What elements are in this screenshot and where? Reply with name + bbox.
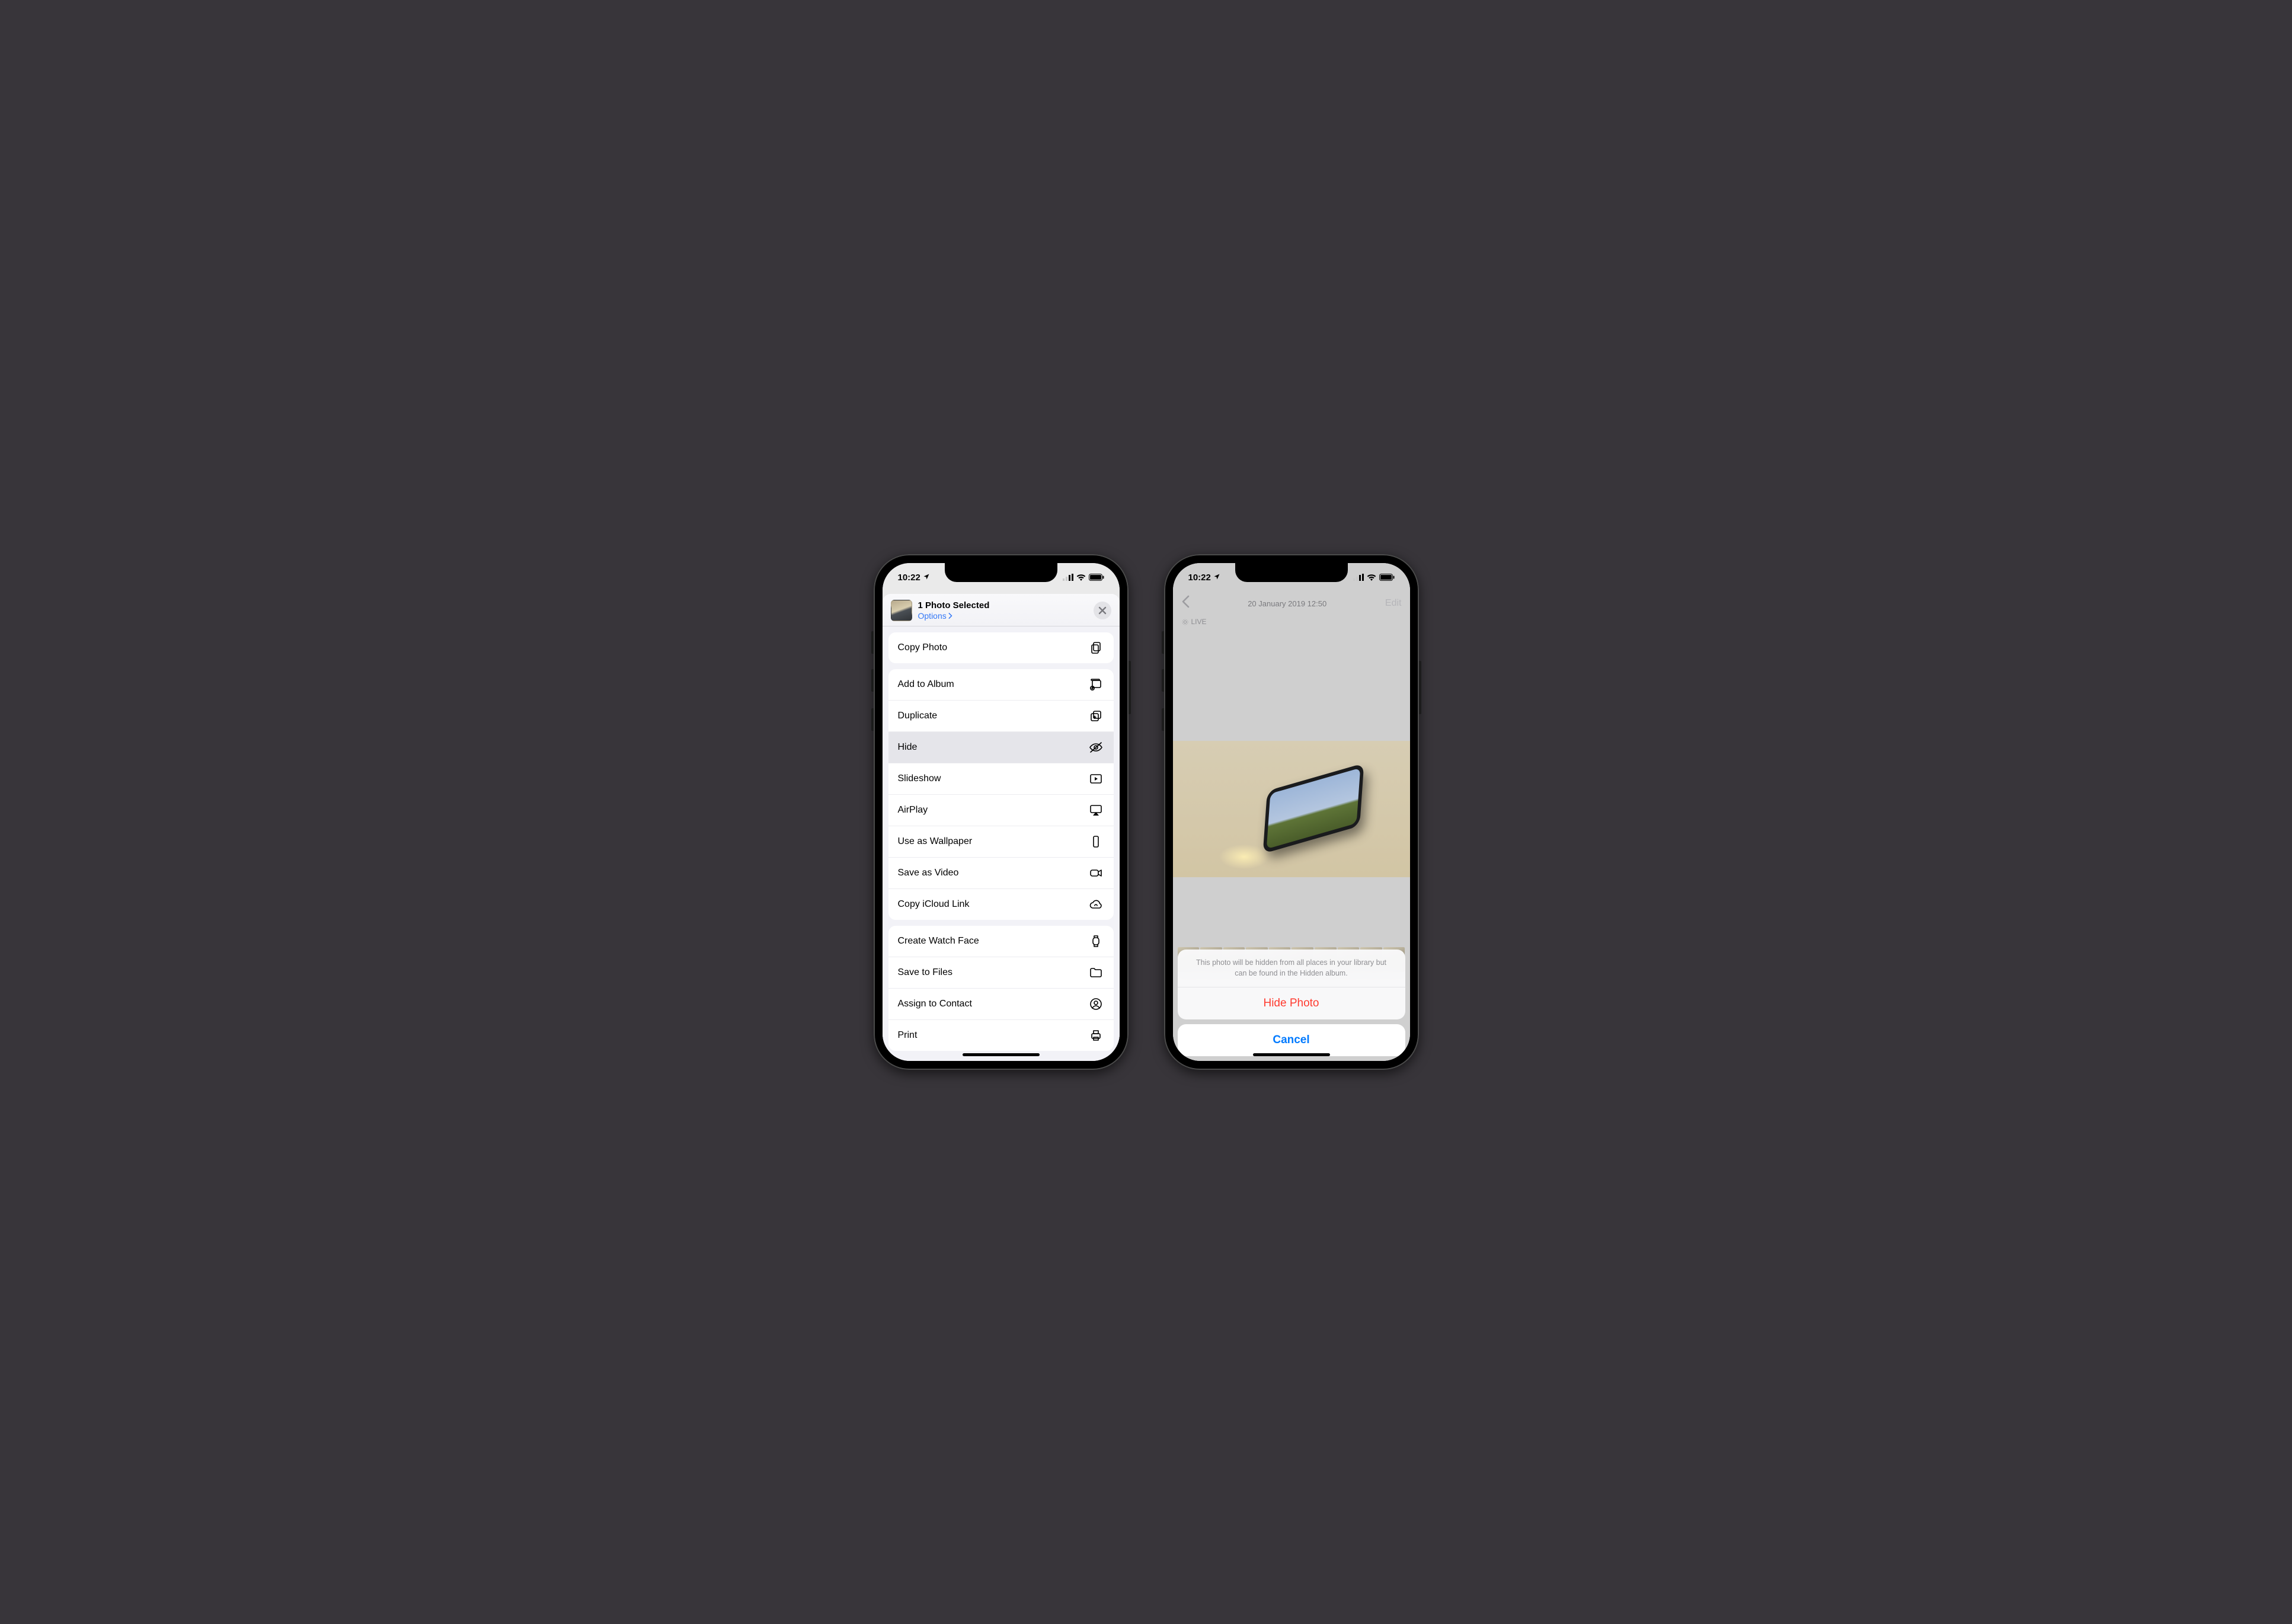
action-label: Assign to Contact [898,999,972,1009]
watch-icon [1088,933,1104,950]
action-label: Add to Album [898,679,954,690]
action-wallpaper[interactable]: Use as Wallpaper [888,826,1114,858]
notch [945,563,1057,582]
share-options-button[interactable]: Options [918,611,1088,621]
location-icon [923,573,930,583]
wifi-icon [1076,574,1086,581]
action-label: AirPlay [898,805,928,816]
action-hide[interactable]: Hide [888,732,1114,763]
share-actions-list[interactable]: Copy Photo Add to Album Duplicate Hide Slide… [883,626,1120,1061]
action-label: Hide [898,742,918,753]
action-label: Copy Photo [898,642,948,653]
cloud-link-icon [1088,896,1104,913]
share-sheet-header: 1 Photo Selected Options [883,594,1120,626]
action-label: Duplicate [898,711,938,721]
action-airplay[interactable]: AirPlay [888,795,1114,826]
action-sheet-message: This photo will be hidden from all place… [1178,950,1405,987]
action-add_to_album[interactable]: Add to Album [888,669,1114,701]
action-watch_face[interactable]: Create Watch Face [888,926,1114,957]
action-label: Save to Files [898,967,952,978]
nav-bar: 20 January 2019 12:50 Edit [1173,592,1410,615]
duplicate-icon [1088,708,1104,724]
hide-photo-button[interactable]: Hide Photo [1178,987,1405,1019]
airplay-icon [1088,802,1104,819]
back-button[interactable] [1181,595,1190,612]
action-slideshow[interactable]: Slideshow [888,763,1114,795]
copy-icon [1088,640,1104,656]
photo-date-title: 20 January 2019 12:50 [1248,599,1326,608]
action-label: Copy iCloud Link [898,899,970,910]
status-time: 10:22 [1188,573,1211,583]
chevron-right-icon [948,611,952,621]
action-print[interactable]: Print [888,1020,1114,1051]
cancel-button[interactable]: Cancel [1178,1024,1405,1056]
action-label: Print [898,1030,918,1041]
phone-right: 10:22 [1164,554,1419,1070]
action-label: Slideshow [898,773,941,784]
photo-content[interactable] [1173,741,1410,877]
share-options-label: Options [918,611,947,621]
phone-rect-icon [1088,833,1104,850]
printer-icon [1088,1027,1104,1044]
action-group: Copy Photo [888,632,1114,663]
action-save_video[interactable]: Save as Video [888,858,1114,889]
action-label: Save as Video [898,868,959,878]
notch [1235,563,1348,582]
location-icon [1213,573,1220,583]
edit-button[interactable]: Edit [1385,598,1402,609]
action-save_files[interactable]: Save to Files [888,957,1114,989]
action-group: Add to Album Duplicate Hide Slideshow AirPla… [888,669,1114,920]
action-sheet: This photo will be hidden from all place… [1178,950,1405,1056]
chevron-left-icon [1181,595,1190,608]
close-button[interactable] [1094,602,1111,619]
play-rect-icon [1088,771,1104,787]
cellular-icon [1353,574,1364,581]
live-icon [1181,618,1189,626]
action-copy_photo[interactable]: Copy Photo [888,632,1114,663]
folder-icon [1088,964,1104,981]
close-icon [1098,606,1107,615]
cellular-icon [1063,574,1073,581]
live-label: LIVE [1191,618,1207,626]
album-add-icon [1088,676,1104,693]
action-label: Create Watch Face [898,936,979,947]
person-circle-icon [1088,996,1104,1012]
live-photo-badge: LIVE [1181,618,1207,626]
action-assign_contact[interactable]: Assign to Contact [888,989,1114,1020]
action-icloud_link[interactable]: Copy iCloud Link [888,889,1114,920]
share-sheet-title: 1 Photo Selected [918,600,1088,610]
eye-slash-icon [1088,739,1104,756]
action-group: Create Watch Face Save to Files Assign to … [888,926,1114,1051]
home-indicator[interactable] [963,1053,1040,1056]
share-sheet: 1 Photo Selected Options Copy Photo Add t… [883,594,1120,1061]
action-label: Use as Wallpaper [898,836,973,847]
home-indicator[interactable] [1253,1053,1330,1056]
action-duplicate[interactable]: Duplicate [888,701,1114,732]
battery-icon [1089,574,1104,581]
wifi-icon [1367,574,1376,581]
battery-icon [1379,574,1395,581]
status-time: 10:22 [898,573,920,583]
phone-left: 10:22 1 Pho [874,554,1129,1070]
selected-photo-thumbnail[interactable] [891,600,912,621]
video-icon [1088,865,1104,881]
